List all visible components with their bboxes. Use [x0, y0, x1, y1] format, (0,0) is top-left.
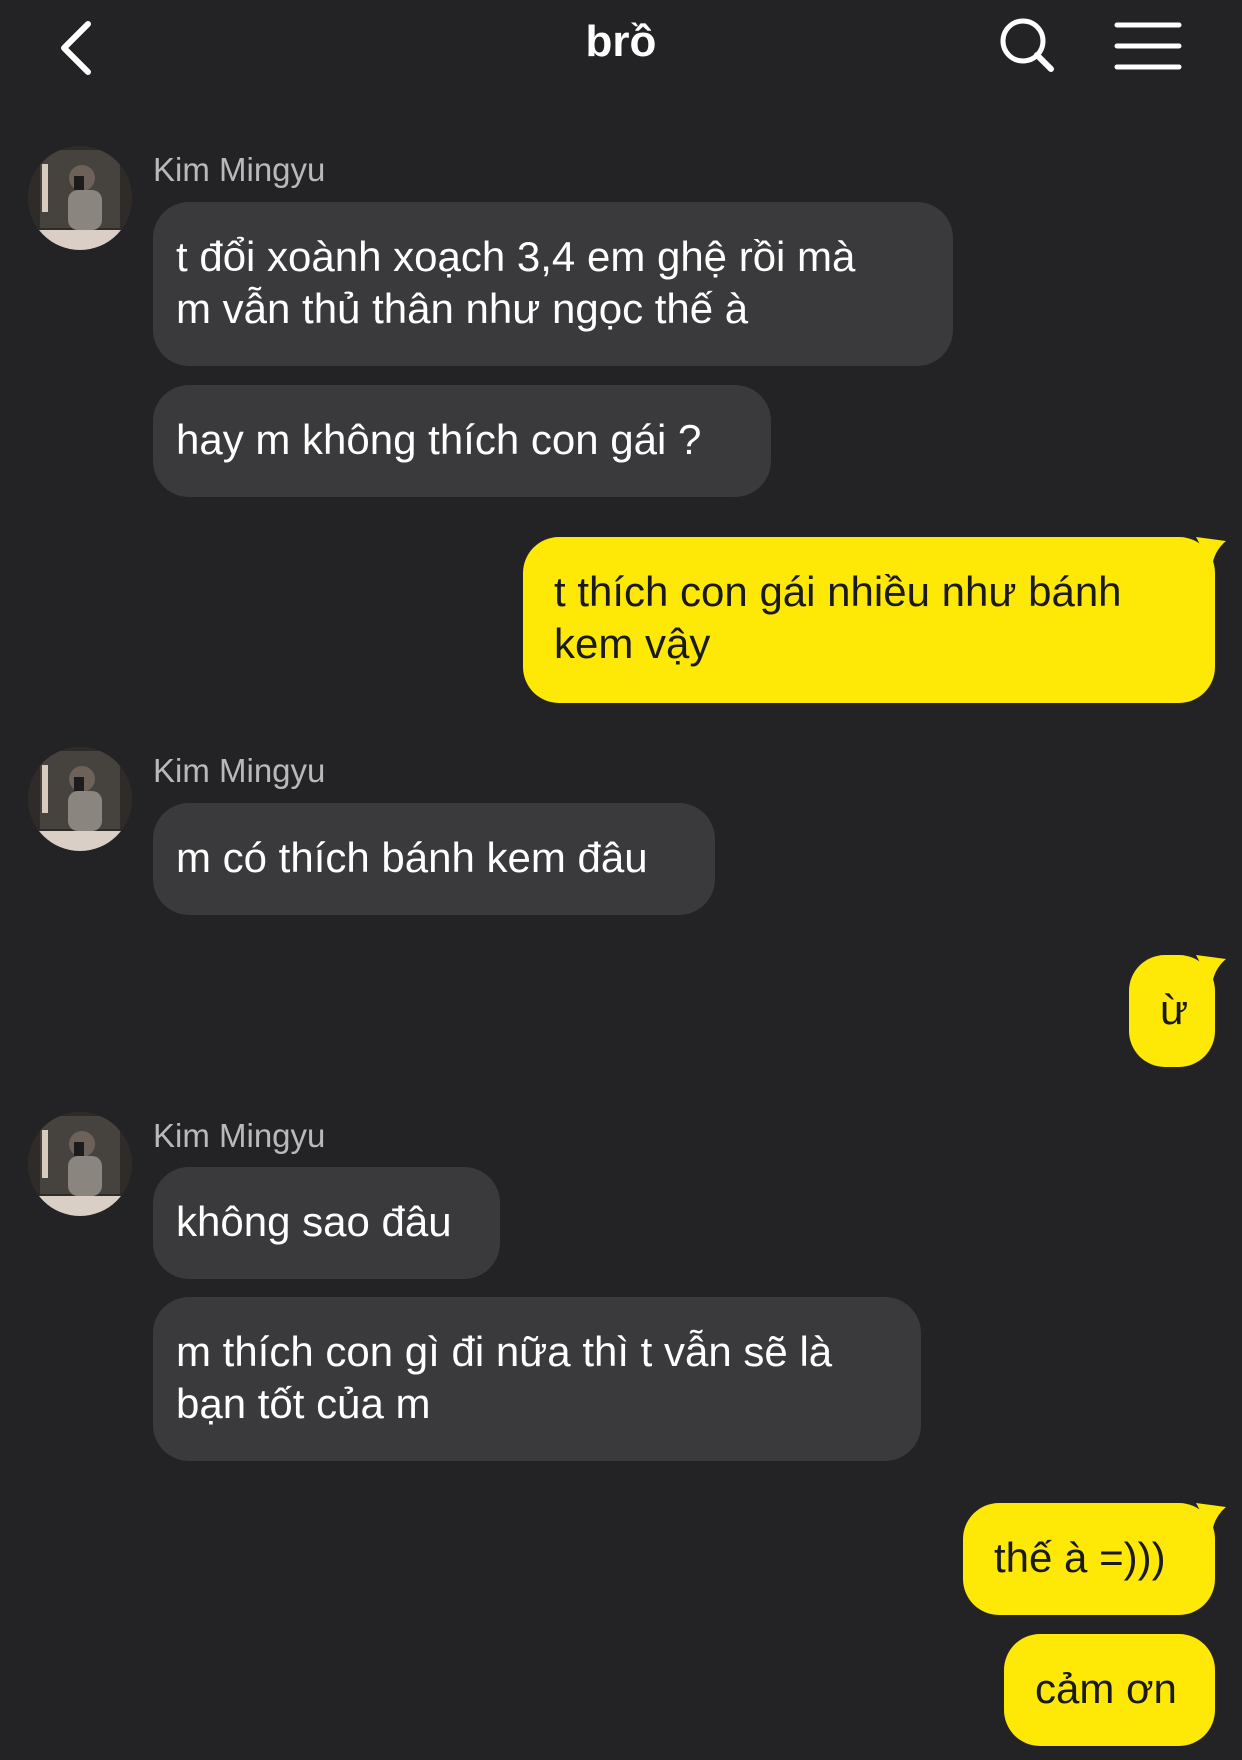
- bubble-tail: [1196, 1503, 1226, 1533]
- avatar[interactable]: [28, 747, 132, 851]
- hamburger-menu-icon: [1114, 22, 1182, 70]
- avatar-photo: [28, 747, 132, 851]
- search-button[interactable]: [992, 10, 1062, 80]
- incoming-message[interactable]: hay m không thích con gái ?: [153, 385, 771, 497]
- outgoing-message[interactable]: t thích con gái nhiều như bánh kem vậy: [523, 537, 1215, 703]
- outgoing-message[interactable]: thế à =))): [963, 1503, 1215, 1615]
- incoming-message[interactable]: t đổi xoành xoạch 3,4 em ghệ rồi mà m vẫ…: [153, 202, 953, 366]
- sender-name: Kim Mingyu: [153, 151, 326, 188]
- avatar-photo: [28, 146, 132, 250]
- sender-name: Kim Mingyu: [153, 752, 326, 789]
- outgoing-message[interactable]: cảm ơn: [1004, 1634, 1215, 1746]
- menu-button[interactable]: [1110, 10, 1186, 80]
- bubble-tail: [1196, 955, 1226, 985]
- avatar-photo: [28, 1112, 132, 1216]
- avatar[interactable]: [28, 146, 132, 250]
- bubble-tail: [1196, 537, 1226, 567]
- sender-name: Kim Mingyu: [153, 1117, 326, 1154]
- incoming-message[interactable]: không sao đâu: [153, 1167, 500, 1279]
- incoming-message[interactable]: m có thích bánh kem đâu: [153, 803, 715, 915]
- search-icon: [1000, 18, 1054, 72]
- incoming-message[interactable]: m thích con gì đi nữa thì t vẫn sẽ là bạ…: [153, 1297, 921, 1461]
- avatar[interactable]: [28, 1112, 132, 1216]
- chat-header: brồ: [0, 0, 1242, 96]
